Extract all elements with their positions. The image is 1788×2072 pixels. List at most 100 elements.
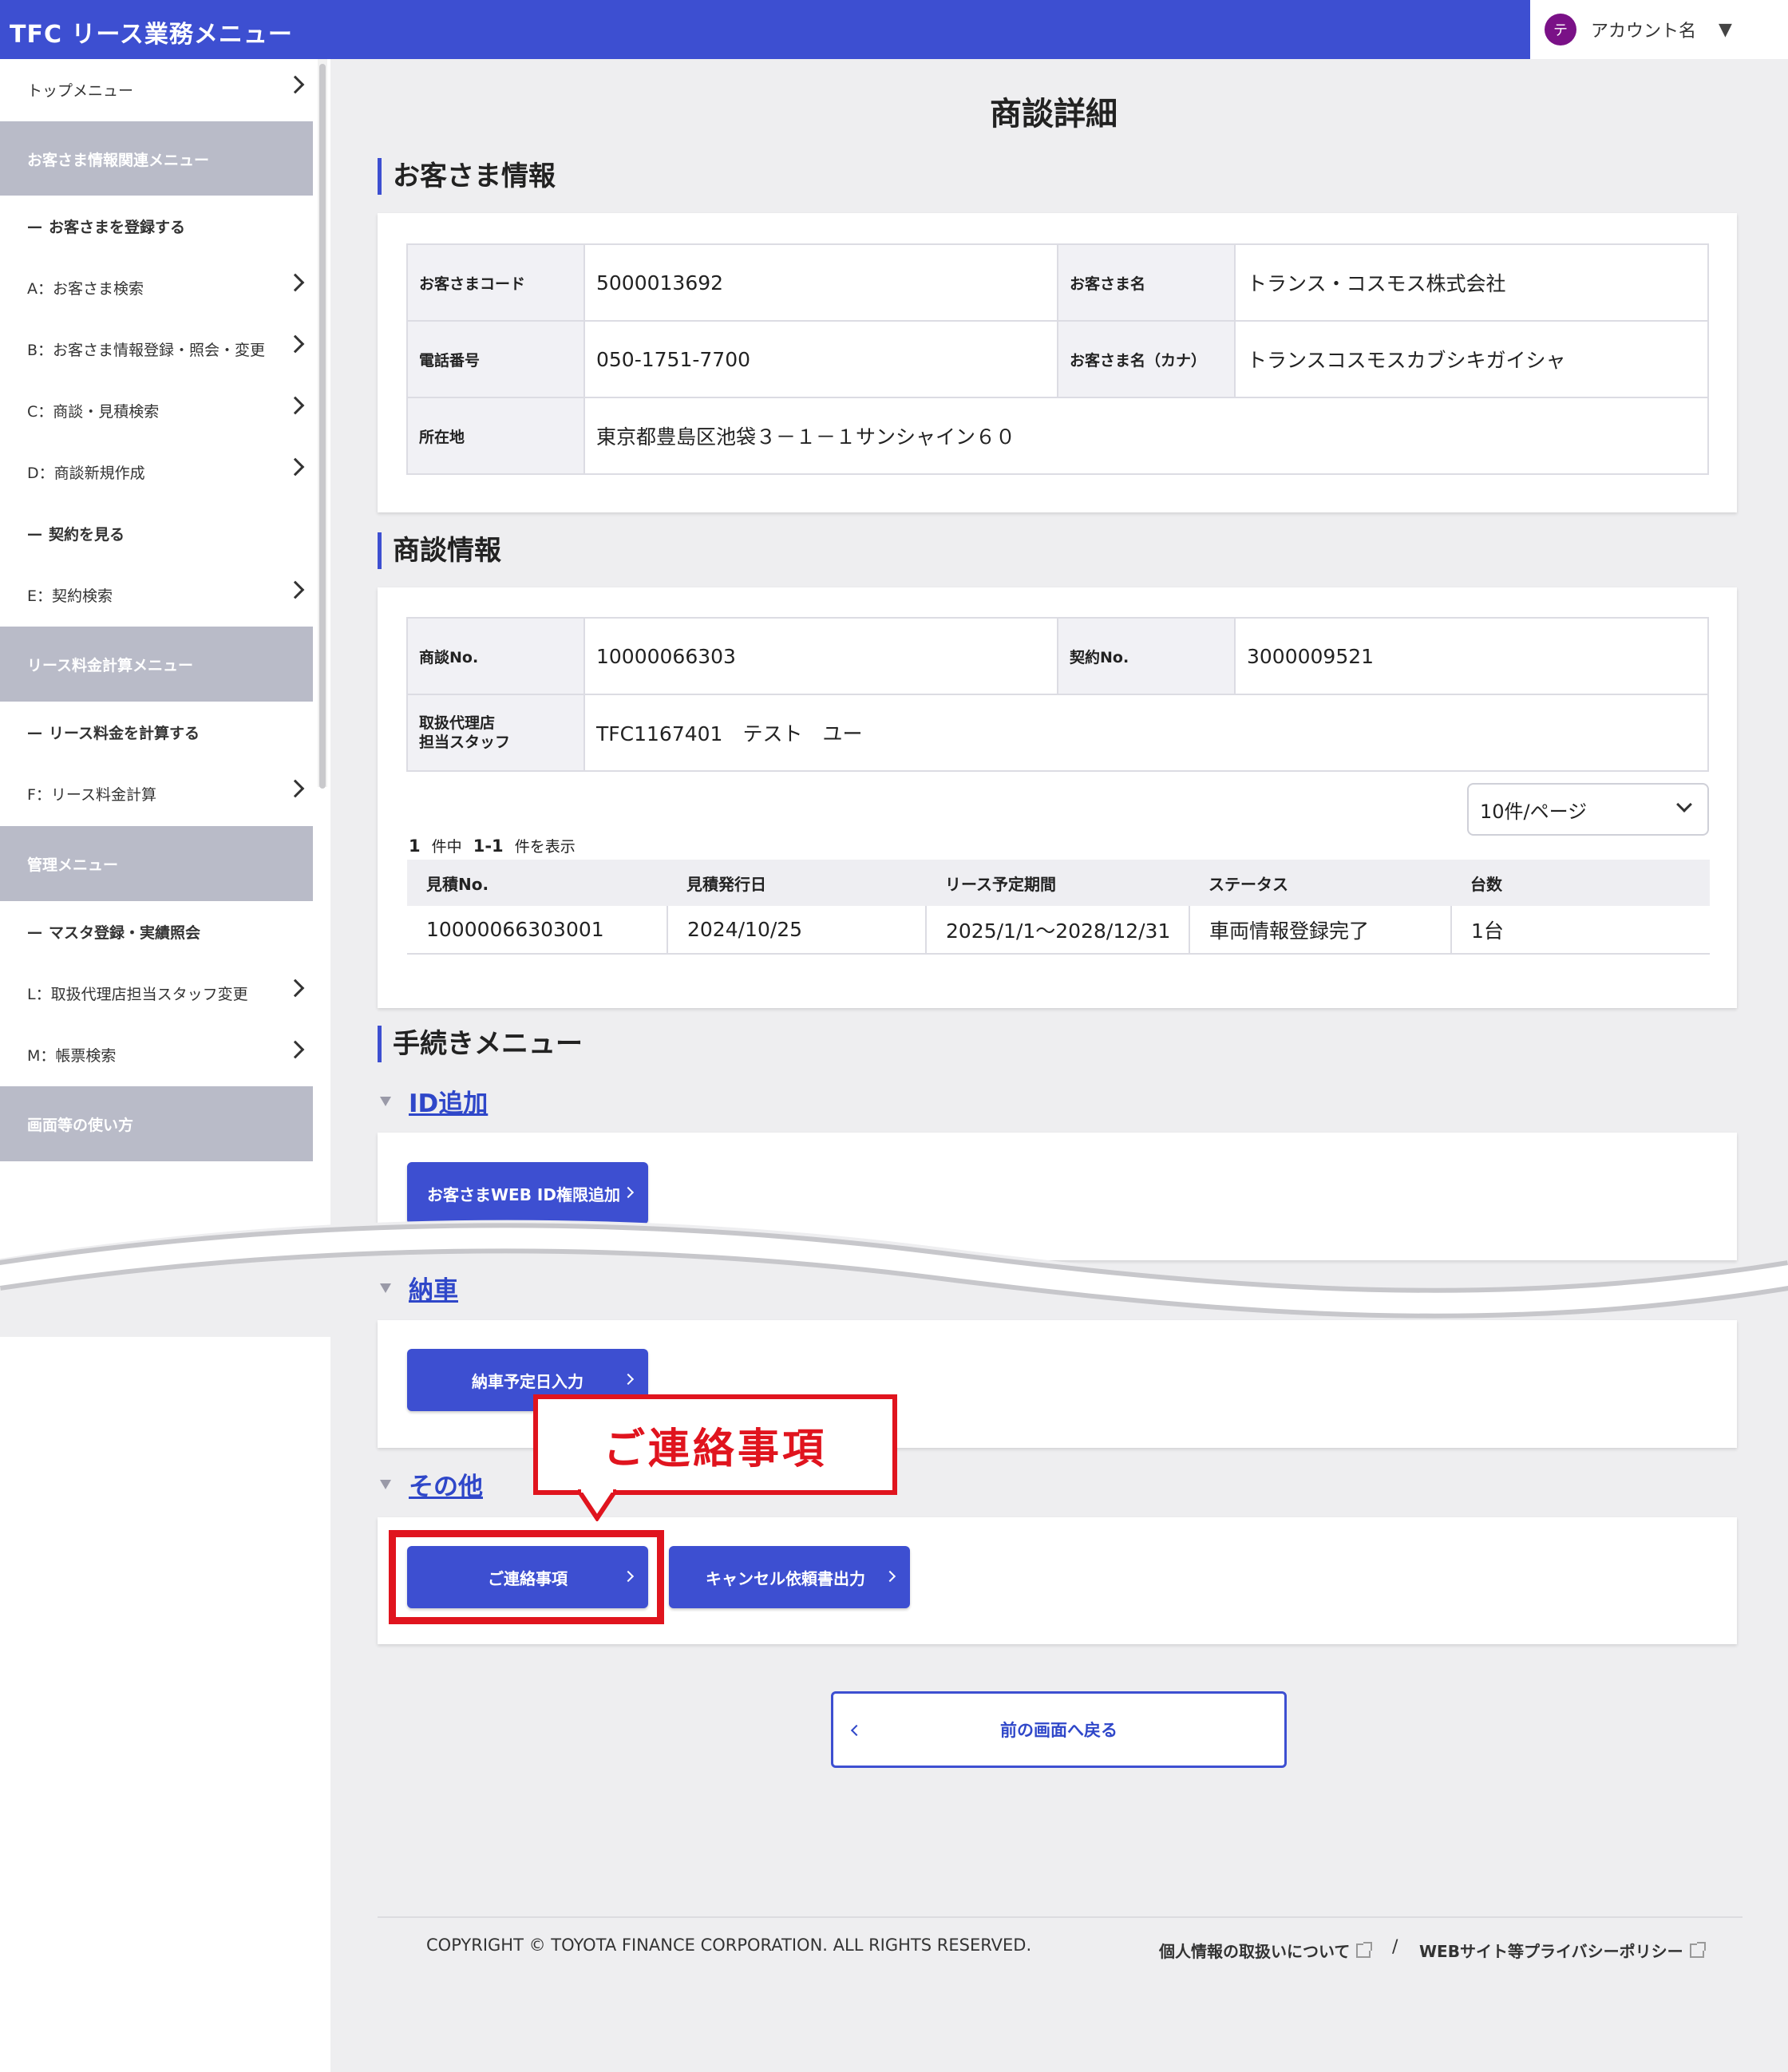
sidebar-section-customer: お客さま情報関連メニュー — [0, 121, 313, 196]
estimate-table: 見積No. 見積発行日 リース予定期間 ステータス 台数 10000066303… — [407, 860, 1710, 955]
customer-info-table: お客さまコード 5000013692 お客さま名 トランス・コスモス株式会社 電… — [406, 243, 1709, 475]
dash-icon: — — [27, 524, 42, 543]
cell-estimate-no[interactable]: 10000066303001 — [407, 906, 668, 955]
cancel-request-button[interactable]: キャンセル依頼書出力 — [669, 1546, 910, 1608]
sidebar-section-howto[interactable]: 画面等の使い方 — [0, 1086, 313, 1161]
phone-label: 電話番号 — [406, 320, 585, 398]
sidebar-item-view-contract: — 契約を見る — [0, 503, 313, 564]
count-range: 1-1 — [473, 836, 504, 856]
customer-code-label: お客さまコード — [406, 243, 585, 322]
accordion-other-label[interactable]: その他 — [409, 1466, 483, 1502]
sidebar-item-label: C：商談・見積検索 — [27, 403, 160, 421]
chevron-right-icon — [286, 396, 305, 415]
accordion-delivery-label[interactable]: 納車 — [409, 1270, 458, 1306]
sidebar-item-label: トップメニュー — [27, 82, 134, 100]
sidebar-item-label: L：取扱代理店担当スタッフ変更 — [27, 986, 248, 1003]
sidebar-item-staff-change[interactable]: L：取扱代理店担当スタッフ変更 — [0, 963, 313, 1024]
section-title-customer: お客さま情報 — [378, 158, 556, 195]
section-title-procedure: 手続きメニュー — [378, 1026, 583, 1062]
address-label: 所在地 — [406, 397, 585, 475]
sidebar-item-lease-calc[interactable]: F：リース料金計算 — [0, 763, 313, 824]
address-value: 東京都豊島区池袋３－１－１サンシャイン６０ — [583, 397, 1709, 475]
triangle-down-icon — [380, 1479, 391, 1489]
sidebar-item-new-deal[interactable]: D：商談新規作成 — [0, 441, 313, 503]
accordion-id-add[interactable]: ID追加 — [380, 1083, 488, 1119]
accordion-delivery[interactable]: 納車 — [380, 1270, 458, 1306]
customer-name-value: トランス・コスモス株式会社 — [1234, 243, 1709, 322]
sidebar-item-label: D：商談新規作成 — [27, 465, 145, 482]
delivery-date-button-label: 納車予定日入力 — [472, 1371, 583, 1391]
sidebar-item-contract-search[interactable]: E：契約検索 — [0, 564, 313, 626]
result-count: 1 件中 1-1 件を表示 — [409, 835, 576, 856]
col-header-estimate-no: 見積No. — [407, 860, 667, 906]
chevron-right-icon — [286, 75, 305, 94]
sidebar-item-register-customer: — お客さまを登録する — [0, 196, 313, 257]
sidebar-section-lease: リース料金計算メニュー — [0, 627, 313, 702]
customer-info-card: お客さまコード 5000013692 お客さま名 トランス・コスモス株式会社 電… — [378, 213, 1737, 512]
contract-no-label: 契約No. — [1057, 617, 1236, 695]
web-policy-link-label[interactable]: WEBサイト等プライバシーポリシー — [1419, 1939, 1683, 1962]
staff-value: TFC1167401 テスト ユー — [583, 694, 1709, 772]
external-link-icon — [1356, 1941, 1373, 1958]
sidebar-item-customer-register-change[interactable]: B：お客さま情報登録・照会・変更 — [0, 318, 313, 380]
web-policy-link[interactable]: WEBサイト等プライバシーポリシー — [1419, 1939, 1706, 1962]
accordion-other[interactable]: その他 — [380, 1466, 483, 1502]
cancel-request-button-label: キャンセル依頼書出力 — [706, 1568, 865, 1588]
sidebar-item-label: F：リース料金計算 — [27, 786, 156, 804]
chevron-left-icon — [850, 1724, 863, 1737]
customer-code-value: 5000013692 — [583, 243, 1058, 322]
account-menu[interactable]: テ アカウント名 ▼ — [1530, 0, 1788, 59]
privacy-link[interactable]: 個人情報の取扱いについて — [1159, 1939, 1373, 1962]
sidebar-item-label: 契約を見る — [49, 526, 125, 544]
avatar: テ — [1545, 14, 1576, 45]
deal-no-value: 10000066303 — [583, 617, 1058, 695]
chevron-right-icon — [286, 580, 305, 599]
sidebar-item-label: B：お客さま情報登録・照会・変更 — [27, 342, 266, 359]
sidebar-item-top-menu[interactable]: トップメニュー — [0, 59, 313, 121]
sidebar: トップメニュー お客さま情報関連メニュー — お客さまを登録する A：お客さま検… — [0, 59, 330, 2072]
sidebar-item-label: マスタ登録・実績照会 — [49, 924, 201, 942]
cell-status: 車両情報登録完了 — [1189, 906, 1452, 955]
copyright: COPYRIGHT © TOYOTA FINANCE CORPORATION. … — [426, 1936, 1032, 1955]
col-header-issue-date: 見積発行日 — [667, 860, 926, 906]
chevron-right-icon — [622, 1373, 635, 1386]
triangle-down-icon — [380, 1283, 391, 1293]
footer-separator: / — [1392, 1937, 1398, 1957]
table-row[interactable]: 10000066303001 2024/10/25 2025/1/1〜2028/… — [407, 906, 1710, 955]
dash-icon: — — [27, 217, 42, 235]
deal-info-table: 商談No. 10000066303 契約No. 3000009521 取扱代理店… — [406, 617, 1709, 772]
chevron-right-icon — [286, 779, 305, 798]
chevron-right-icon — [286, 1040, 305, 1059]
sidebar-item-label: E：契約検索 — [27, 587, 113, 605]
accordion-id-add-label[interactable]: ID追加 — [409, 1083, 488, 1119]
col-header-lease-period: リース予定期間 — [926, 860, 1189, 906]
sidebar-item-label: M：帳票検索 — [27, 1047, 117, 1065]
sidebar-item-customer-search[interactable]: A：お客さま検索 — [0, 257, 313, 318]
sidebar-item-master-reg: — マスタ登録・実績照会 — [0, 901, 313, 963]
chevron-right-icon — [286, 979, 305, 998]
cell-count: 1台 — [1451, 906, 1710, 955]
chevron-right-icon — [622, 1186, 635, 1199]
privacy-link-label[interactable]: 個人情報の取扱いについて — [1159, 1939, 1350, 1962]
customer-name-label: お客さま名 — [1057, 243, 1236, 322]
footer-divider — [378, 1916, 1743, 1918]
phone-value: 050-1751-7700 — [583, 320, 1058, 398]
sidebar-scrollbar-thumb[interactable] — [319, 64, 326, 789]
back-button[interactable]: 前の画面へ戻る — [831, 1691, 1287, 1768]
annotation-callout: ご連絡事項 — [533, 1394, 897, 1495]
staff-label: 取扱代理店 担当スタッフ — [406, 694, 585, 772]
sidebar-item-deal-search[interactable]: C：商談・見積検索 — [0, 380, 313, 441]
sidebar-item-form-search[interactable]: M：帳票検索 — [0, 1024, 313, 1085]
chevron-right-icon — [286, 457, 305, 476]
dash-icon: — — [27, 723, 42, 741]
account-name: アカウント名 — [1591, 22, 1697, 42]
contract-no-value: 3000009521 — [1234, 617, 1709, 695]
chevron-down-icon — [1676, 797, 1692, 813]
app-title[interactable]: TFC リース業務メニュー — [10, 14, 293, 49]
section-title-deal: 商談情報 — [378, 532, 501, 569]
count-mid: 件中 — [431, 838, 462, 856]
per-page-select[interactable]: 10件/ページ — [1467, 783, 1709, 836]
external-link-icon — [1689, 1941, 1706, 1958]
customer-kana-value: トランスコスモスカブシキガイシャ — [1234, 320, 1709, 398]
web-id-add-button-label: お客さまWEB ID権限追加 — [427, 1184, 620, 1204]
